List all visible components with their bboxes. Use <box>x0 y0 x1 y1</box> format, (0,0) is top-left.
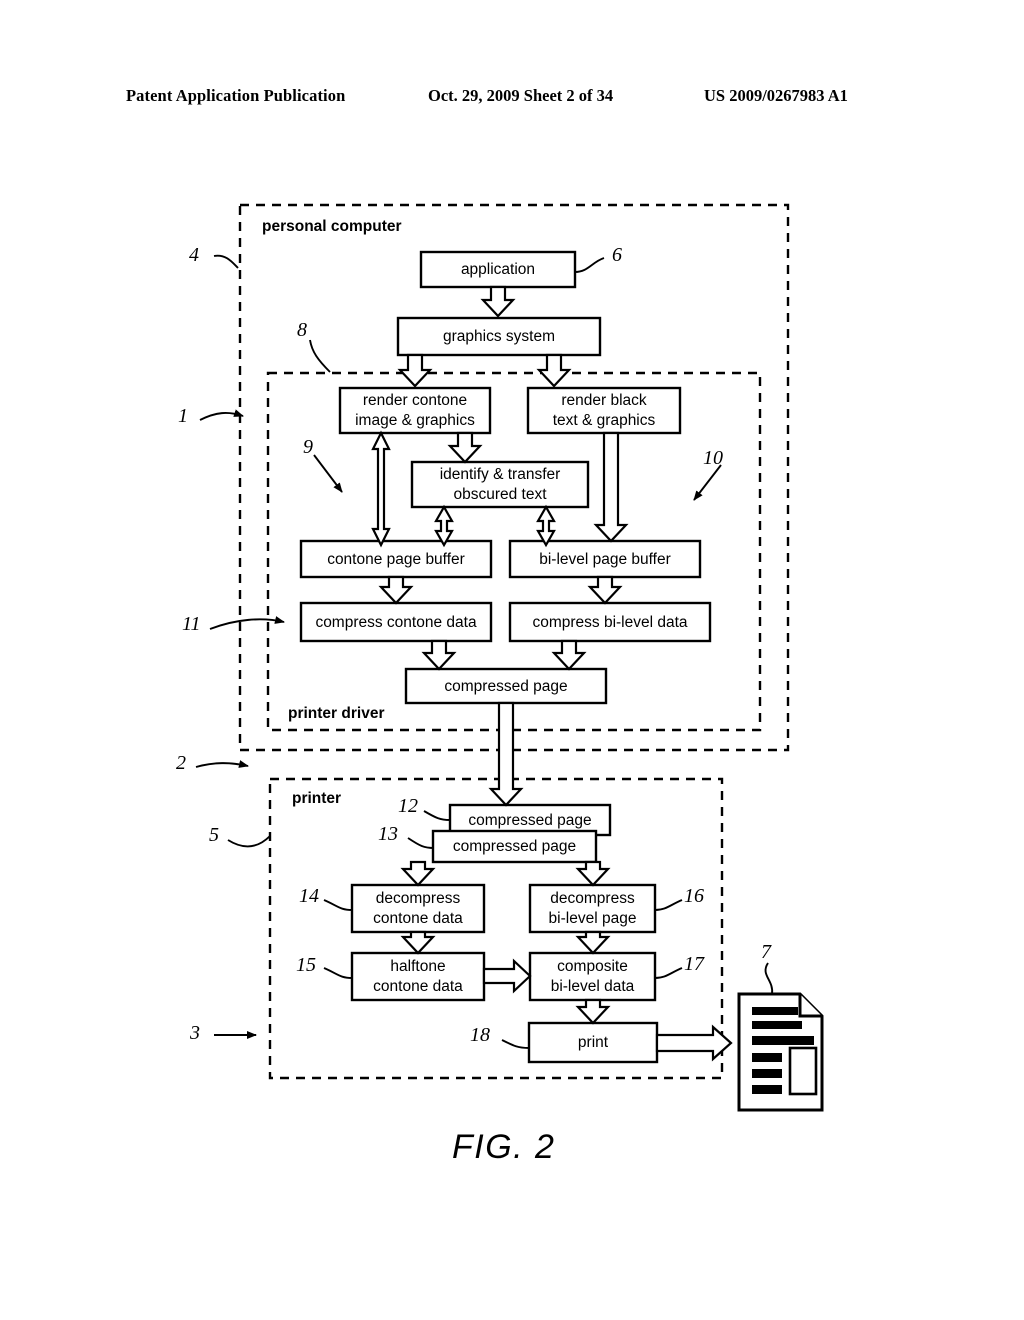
leader-4 <box>213 254 239 269</box>
refnum-17: 17 <box>684 953 704 975</box>
box-halftone-contone <box>350 951 486 1002</box>
refnum-6: 6 <box>612 244 622 266</box>
leader-12 <box>423 810 451 821</box>
leader-10 <box>693 464 722 501</box>
refnum-4: 4 <box>189 244 199 266</box>
arrow-application-to-graphics <box>480 285 516 318</box>
arrow-compressed-13-to-decompress-contone <box>400 860 436 887</box>
refnum-10: 10 <box>703 447 723 469</box>
arrow-graphics-to-render-contone <box>397 353 433 388</box>
box-graphics-system <box>396 316 602 357</box>
leader-18 <box>501 1039 530 1049</box>
box-render-contone <box>338 386 492 435</box>
refnum-3: 3 <box>190 1022 200 1044</box>
leader-15 <box>323 967 353 979</box>
arrow-halftone-to-composite <box>482 958 532 994</box>
figure-caption: FIG. 2 <box>452 1128 556 1166</box>
leader-2 <box>195 760 249 768</box>
arrow-print-to-page <box>655 1024 733 1062</box>
leader-11 <box>209 616 285 630</box>
refnum-2: 2 <box>176 752 186 774</box>
box-compress-bilevel <box>508 601 712 643</box>
arrow-contone-buffer-to-compress <box>378 575 414 605</box>
box-decompress-contone <box>350 883 486 934</box>
leader-14 <box>323 899 353 911</box>
region-label-printer-driver: printer driver <box>288 705 385 722</box>
box-compressed-page-13 <box>431 829 598 864</box>
refnum-5: 5 <box>209 824 219 846</box>
arrow-bilevel-buffer-to-compress <box>587 575 623 605</box>
arrow-identify-to-bilevel-buffer <box>536 504 556 548</box>
box-compress-contone <box>299 601 493 643</box>
refnum-14: 14 <box>299 885 319 907</box>
arrow-decompress-bilevel-to-composite <box>575 930 611 955</box>
leader-17 <box>654 967 683 979</box>
box-identify-transfer <box>410 460 590 509</box>
leader-8 <box>309 339 331 373</box>
region-label-printer: printer <box>292 790 342 807</box>
refnum-9: 9 <box>303 436 313 458</box>
refnum-13: 13 <box>378 823 398 845</box>
leader-9 <box>313 454 343 493</box>
refnum-1: 1 <box>178 405 188 427</box>
arrow-render-contone-to-contone-buffer <box>371 430 391 548</box>
figure-2-diagram: personal computer printer driver printer… <box>0 0 1024 1320</box>
box-composite-bilevel <box>528 951 657 1002</box>
refnum-11: 11 <box>182 613 201 635</box>
box-contone-page-buffer <box>299 539 493 579</box>
box-print <box>527 1021 659 1064</box>
refnum-15: 15 <box>296 954 316 976</box>
box-bilevel-page-buffer <box>508 539 702 579</box>
leader-6 <box>574 257 605 273</box>
arrow-decompress-contone-to-halftone <box>400 930 436 955</box>
refnum-8: 8 <box>297 319 307 341</box>
box-application <box>419 250 577 289</box>
arrow-compressed-13-to-decompress-bilevel <box>575 860 611 887</box>
arrow-composite-to-print <box>575 998 611 1025</box>
box-decompress-bilevel <box>528 883 657 934</box>
diagram-canvas <box>195 203 824 1112</box>
leader-13 <box>407 837 435 849</box>
refnum-7: 7 <box>761 941 771 963</box>
leader-7 <box>764 962 774 995</box>
arrow-compress-contone-to-compressed-page <box>421 639 457 671</box>
leader-5 <box>227 835 271 848</box>
refnum-16: 16 <box>684 885 704 907</box>
region-label-personal-computer: personal computer <box>262 218 402 235</box>
arrow-identify-to-contone-buffer <box>434 504 454 548</box>
leader-1 <box>199 409 244 421</box>
arrow-compress-bilevel-to-compressed-page <box>551 639 587 671</box>
refnum-12: 12 <box>398 795 418 817</box>
arrow-render-black-to-bilevel-buffer <box>593 431 629 543</box>
printed-document-icon <box>737 992 824 1112</box>
leader-16 <box>654 899 683 911</box>
arrow-driver-to-printer <box>488 701 524 807</box>
arrow-render-contone-to-identify <box>447 431 483 464</box>
arrow-graphics-to-render-black <box>536 353 572 388</box>
box-render-black <box>526 386 682 435</box>
box-compressed-page-driver <box>404 667 608 705</box>
refnum-18: 18 <box>470 1024 490 1046</box>
